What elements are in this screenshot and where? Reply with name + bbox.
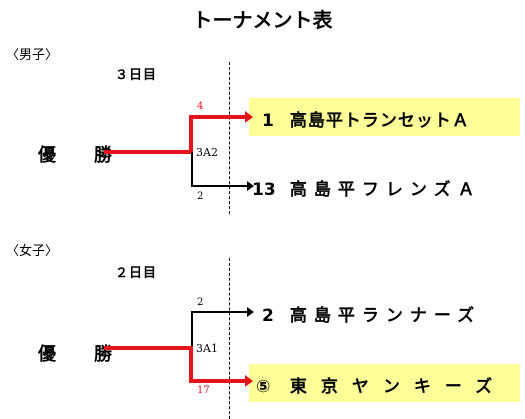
match-code: 3A2 [196,146,218,159]
final-line-girls [104,346,192,350]
champion-label-boys: 優 勝 [38,145,122,166]
arrow-icon [247,307,254,317]
score-bottom: 2 [197,191,204,202]
page-title: トーナメント表 [192,8,333,32]
match-code: 3A1 [196,342,218,355]
arrow-icon [245,111,253,123]
team-name: 高島平トランセットＡ [289,111,470,131]
team-name: 高島平ランナーズ [289,306,482,326]
team-name: 高島平フレンズＡ [289,180,482,200]
team-entry: 13 高島平フレンズＡ [252,175,482,200]
score-top: 4 [197,101,204,112]
bracket-line-top [189,115,249,119]
cutoff-dashed-line [229,62,230,214]
day-label-boys: ３日目 [115,68,158,83]
bracket-vertical-loser [191,312,193,348]
team-seed: 2 [262,306,274,326]
bracket-vertical-winner [189,115,193,154]
bracket-line-top [191,311,249,313]
final-line-boys [104,150,192,154]
day-label-girls: ２日目 [115,266,158,281]
score-top: 2 [197,297,204,308]
section-label-girls: 〈女子〉 [6,244,59,259]
section-label-boys: 〈男子〉 [6,48,59,63]
cutoff-dashed-line [229,258,230,419]
bracket-vertical-winner [189,346,193,383]
team-entry: 1 高島平トランセットＡ [262,106,470,131]
arrow-icon [245,375,253,387]
bracket-line-bottom [191,185,249,187]
bracket-vertical-loser [191,152,193,186]
team-seed: ⑤ [256,377,271,397]
team-seed: 13 [252,180,276,200]
bracket-line-bottom [189,379,249,383]
score-bottom: 17 [197,385,210,396]
team-name: 東京ヤンキーズ [289,377,507,397]
team-seed: 1 [262,111,274,131]
team-entry: ⑤ 東京ヤンキーズ [256,372,506,397]
team-entry: 2 高島平ランナーズ [262,301,481,326]
champion-label-girls: 優 勝 [38,344,122,365]
